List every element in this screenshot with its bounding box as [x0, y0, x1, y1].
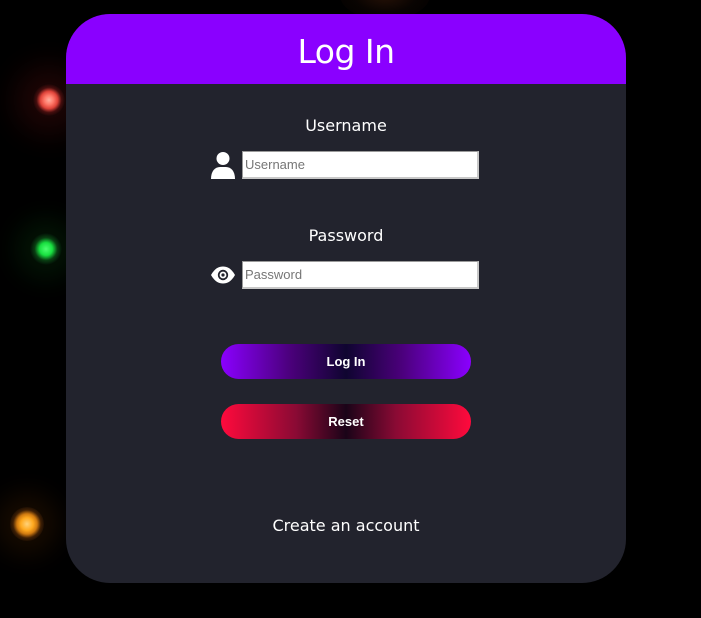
glow-light-green	[30, 233, 62, 265]
create-account-link[interactable]: Create an account	[66, 516, 626, 535]
username-row	[209, 150, 479, 180]
login-title: Log In	[297, 31, 395, 71]
username-label: Username	[305, 116, 387, 135]
password-label: Password	[308, 226, 384, 245]
glow-light-orange	[10, 507, 44, 541]
user-icon	[209, 150, 237, 180]
password-input[interactable]	[242, 261, 479, 289]
page-background: Log In Username Password	[0, 0, 701, 618]
eye-icon[interactable]	[209, 260, 237, 290]
login-card: Log In Username Password	[66, 14, 626, 583]
username-input[interactable]	[242, 151, 479, 179]
login-button[interactable]: Log In	[221, 344, 471, 379]
reset-button[interactable]: Reset	[221, 404, 471, 439]
password-row	[209, 260, 479, 290]
login-header: Log In	[66, 14, 626, 84]
glow-light-red	[33, 84, 65, 116]
